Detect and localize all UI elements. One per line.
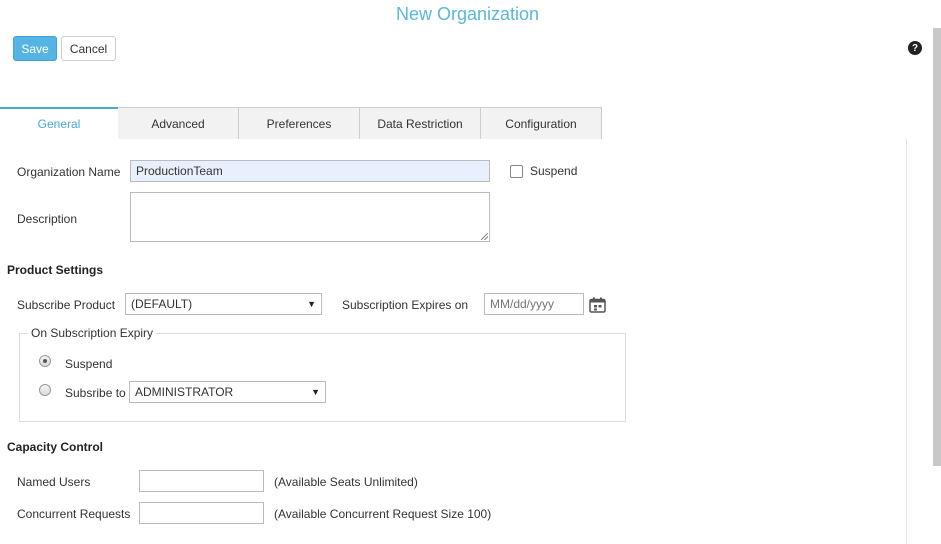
subscribe-product-value: (DEFAULT) xyxy=(131,297,193,311)
expires-label: Subscription Expires on xyxy=(342,298,469,312)
concurrent-requests-label: Concurrent Requests xyxy=(17,507,131,521)
named-users-label: Named Users xyxy=(17,475,91,489)
named-users-note: (Available Seats Unlimited) xyxy=(274,475,418,489)
org-name-input[interactable]: ProductionTeam xyxy=(130,160,490,182)
tab-data-restriction[interactable]: Data Restriction xyxy=(359,107,481,139)
resize-handle[interactable] xyxy=(481,233,488,240)
product-settings-heading: Product Settings xyxy=(7,263,104,277)
description-label: Description xyxy=(17,212,78,226)
named-users-input[interactable] xyxy=(139,470,264,492)
subscribe-to-select[interactable]: ADMINISTRATOR ▼ xyxy=(129,381,326,403)
suspend-label: Suspend xyxy=(530,164,578,178)
capacity-control-heading: Capacity Control xyxy=(7,440,104,454)
subscribe-product-label: Subscribe Product xyxy=(17,298,116,312)
subscription-expiry-legend: On Subscription Expiry xyxy=(28,326,157,340)
tab-preferences[interactable]: Preferences xyxy=(238,107,360,139)
cancel-button[interactable]: Cancel xyxy=(61,36,116,61)
scrollbar[interactable] xyxy=(933,28,941,466)
expiry-subscribe-label: Subsribe to xyxy=(65,386,126,400)
content-right-border xyxy=(906,139,907,544)
page-title: New Organization xyxy=(395,4,540,24)
expiry-subscribe-radio[interactable] xyxy=(39,384,51,396)
tab-configuration[interactable]: Configuration xyxy=(480,107,602,139)
subscription-expiry-group xyxy=(19,333,626,422)
caret-down-icon: ▼ xyxy=(307,299,316,309)
calendar-icon[interactable] xyxy=(589,297,606,313)
concurrent-requests-input[interactable] xyxy=(139,502,264,524)
save-button[interactable]: Save xyxy=(13,36,57,61)
expiry-suspend-label: Suspend xyxy=(65,357,113,371)
subscribe-product-select[interactable]: (DEFAULT) ▼ xyxy=(125,293,322,315)
expiry-suspend-radio[interactable] xyxy=(39,355,51,367)
caret-down-icon: ▼ xyxy=(311,387,320,397)
help-icon[interactable]: ? xyxy=(908,41,922,55)
suspend-checkbox[interactable] xyxy=(510,165,523,178)
tab-general[interactable]: General xyxy=(0,107,118,139)
description-textarea[interactable] xyxy=(130,192,490,242)
concurrent-requests-note: (Available Concurrent Request Size 100) xyxy=(274,507,492,521)
tab-advanced[interactable]: Advanced xyxy=(117,107,239,139)
subscribe-to-value: ADMINISTRATOR xyxy=(135,385,234,399)
expires-date-input[interactable] xyxy=(484,293,584,315)
org-name-label: Organization Name xyxy=(17,165,121,179)
